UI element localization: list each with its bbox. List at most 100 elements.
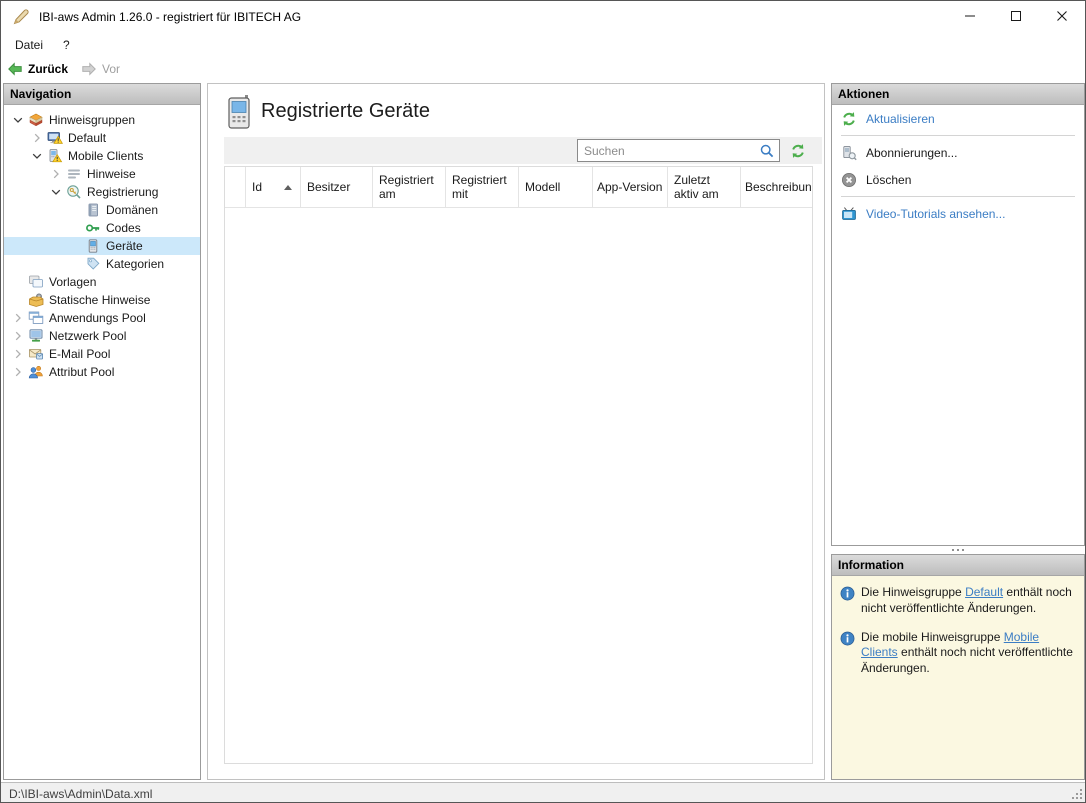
tree-item-statische-hinweise[interactable]: Statische Hinweise: [4, 291, 200, 309]
column-header-zuletzt-aktiv-am[interactable]: Zuletzt aktiv am: [668, 167, 741, 207]
tree-item-anwendungs-pool[interactable]: Anwendungs Pool: [4, 309, 200, 327]
tree-item-label: Domänen: [106, 203, 158, 217]
forward-button-label: Vor: [102, 62, 120, 76]
column-header-label: Beschreibung: [745, 180, 813, 194]
actions-separator: [841, 196, 1075, 197]
column-header-label: Modell: [525, 180, 560, 194]
tree-item-hinweise[interactable]: Hinweise: [4, 165, 200, 183]
forward-arrow-icon: [81, 61, 97, 77]
tree-item-label: Attribut Pool: [49, 365, 114, 379]
search-icon[interactable]: [759, 143, 779, 159]
action-aktualisieren[interactable]: Aktualisieren: [832, 105, 1084, 132]
action-löschen[interactable]: Löschen: [832, 166, 1084, 193]
column-header-beschreibung[interactable]: Beschreibung: [741, 167, 813, 207]
chevron-right-icon[interactable]: [10, 364, 26, 380]
tree-item-kategorien[interactable]: Kategorien: [4, 255, 200, 273]
tree-item-label: Hinweisgruppen: [49, 113, 135, 127]
column-header-label: Id: [252, 180, 262, 194]
tree-item-codes[interactable]: Codes: [4, 219, 200, 237]
info-text: Die mobile Hinweisgruppe Mobile Clients …: [861, 630, 1076, 677]
subscriptions-icon: [841, 145, 857, 161]
info-icon: [840, 631, 855, 646]
info-item: Die Hinweisgruppe Default enthält noch n…: [840, 585, 1076, 617]
column-header-besitzer[interactable]: Besitzer: [301, 167, 373, 207]
forward-button[interactable]: Vor: [81, 61, 120, 77]
information-panel-header: Information: [832, 555, 1084, 576]
mobile-device-icon: [226, 95, 253, 129]
tree-item-attribut-pool[interactable]: Attribut Pool: [4, 363, 200, 381]
column-header-app-version[interactable]: App-Version: [593, 167, 668, 207]
minimize-icon: [965, 10, 975, 24]
list-toolbar: [224, 137, 822, 164]
column-header-row-selector[interactable]: [225, 167, 246, 207]
nav-toolbar: Zurück Vor: [1, 57, 1085, 80]
tree-item-vorlagen[interactable]: Vorlagen: [4, 273, 200, 291]
search-input[interactable]: [578, 144, 759, 158]
maximize-button[interactable]: [993, 1, 1039, 32]
chevron-right-icon[interactable]: [10, 346, 26, 362]
chevron-down-icon[interactable]: [10, 112, 26, 128]
tree-item-label: Registrierung: [87, 185, 158, 199]
chevron-down-icon[interactable]: [29, 148, 45, 164]
chevron-right-icon[interactable]: [29, 130, 45, 146]
devices-listview: Id Besitzer Registriert amRegistriert mit M…: [224, 166, 813, 764]
chevron-right-icon[interactable]: [10, 310, 26, 326]
main-panel: Registrierte Geräte IdBesitzerRegistrier…: [207, 83, 825, 780]
tree-item-label: Vorlagen: [49, 275, 96, 289]
action-abonnierungen[interactable]: Abonnierungen...: [832, 139, 1084, 166]
info-text: Die Hinweisgruppe Default enthält noch n…: [861, 585, 1076, 617]
info-icon: [840, 586, 855, 601]
chevron-right-icon[interactable]: [48, 166, 64, 182]
sort-ascending-icon: [284, 185, 292, 190]
tree-item-hinweisgruppen[interactable]: Hinweisgruppen: [4, 111, 200, 129]
people-icon: [28, 364, 44, 380]
refresh-icon: [841, 111, 857, 127]
info-link-default[interactable]: Default: [965, 585, 1003, 599]
column-header-label: Besitzer: [307, 180, 350, 194]
column-header-registriert-mit[interactable]: Registriert mit: [446, 167, 519, 207]
domain-icon: [85, 202, 101, 218]
notes-icon: [66, 166, 82, 182]
tree-item-default[interactable]: Default: [4, 129, 200, 147]
chevron-right-icon[interactable]: [10, 328, 26, 344]
column-header-modell[interactable]: Modell: [519, 167, 593, 207]
action-video-tutorials-ansehen[interactable]: Video-Tutorials ansehen...: [832, 200, 1084, 227]
tree-item-domänen[interactable]: Domänen: [4, 201, 200, 219]
maximize-icon: [1011, 10, 1021, 24]
column-header-registriert-am[interactable]: Registriert am: [373, 167, 446, 207]
tree-item-netzwerk-pool[interactable]: Netzwerk Pool: [4, 327, 200, 345]
info-link-mobile-clients[interactable]: Mobile Clients: [861, 630, 1039, 660]
search-box: [577, 139, 780, 162]
column-header-label: Registriert mit: [452, 173, 512, 202]
resize-grip[interactable]: [1071, 788, 1083, 800]
tree-item-registrierung[interactable]: Registrierung: [4, 183, 200, 201]
actions-separator: [841, 135, 1075, 136]
back-button[interactable]: Zurück: [7, 61, 68, 77]
back-arrow-icon: [7, 61, 23, 77]
chevron-spacer: [10, 274, 26, 290]
minimize-button[interactable]: [947, 1, 993, 32]
menu-item-datei[interactable]: Datei: [1, 32, 53, 57]
action-label: Abonnierungen...: [866, 146, 957, 160]
chevron-down-icon[interactable]: [48, 184, 64, 200]
refresh-button[interactable]: [790, 143, 806, 159]
mail-icon: [28, 346, 44, 362]
close-button[interactable]: [1039, 1, 1085, 32]
column-header-label: App-Version: [597, 180, 662, 194]
listview-header-row: Id Besitzer Registriert amRegistriert mit M…: [225, 167, 812, 208]
tree-item-label: Netzwerk Pool: [49, 329, 126, 343]
chevron-spacer: [67, 238, 83, 254]
panel-splitter-handle[interactable]: [831, 546, 1085, 554]
window-title: IBI-aws Admin 1.26.0 - registriert für I…: [39, 10, 301, 24]
tree-item-geräte[interactable]: Geräte: [4, 237, 200, 255]
navigation-panel-header: Navigation: [4, 84, 200, 105]
column-header-id[interactable]: Id: [246, 167, 301, 207]
action-label: Video-Tutorials ansehen...: [866, 207, 1005, 221]
tree-item-e-mail-pool[interactable]: E-Mail Pool: [4, 345, 200, 363]
tree-item-mobile-clients[interactable]: Mobile Clients: [4, 147, 200, 165]
tv-icon: [841, 206, 857, 222]
action-label: Löschen: [866, 173, 911, 187]
tree-item-label: Hinweise: [87, 167, 136, 181]
navigation-panel: Navigation Hinweisgruppen DefaultMobile C…: [3, 83, 201, 780]
menu-item-help[interactable]: ?: [53, 32, 80, 57]
